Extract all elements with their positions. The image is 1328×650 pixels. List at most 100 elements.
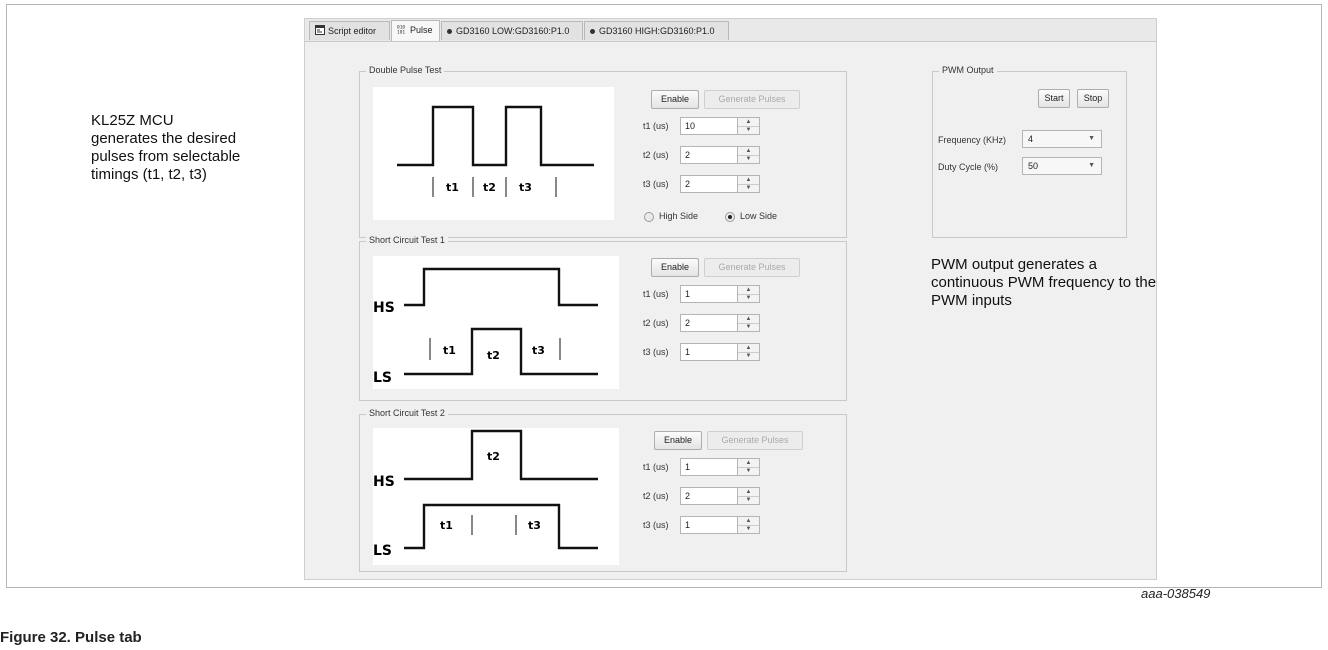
t1-spinner[interactable]: 1 ▲ ▼ [680,458,760,476]
t3-label: t3 [532,344,545,357]
figure-id: aaa-038549 [1141,586,1211,601]
t1-label: t1 [446,181,459,194]
spinner-arrows: ▲ ▼ [738,487,760,505]
t1-input[interactable]: 1 [680,285,738,303]
t3-input[interactable]: 1 [680,343,738,361]
right-annotation: PWM output generates a continuous PWM fr… [931,256,1156,310]
group-title: PWM Output [939,65,997,75]
low-side-radio[interactable]: Low Side [725,210,777,222]
radio-circle [644,211,654,222]
right-annotation-line: PWM inputs [931,292,1012,309]
enable-button[interactable]: Enable [651,90,699,109]
spinner-arrows: ▲ ▼ [738,146,760,164]
t2-spinner[interactable]: 2 ▲ ▼ [680,487,760,505]
spin-down-icon[interactable]: ▼ [738,352,759,360]
tab-script-editor[interactable]: Script editor [309,21,390,40]
t1-input[interactable]: 10 [680,117,738,135]
left-annotation-line: generates the desired [91,130,237,147]
spinner-arrows: ▲ ▼ [738,117,760,135]
t2-input[interactable]: 2 [680,146,738,164]
chevron-down-icon: ▼ [1088,135,1095,142]
t1-input[interactable]: 1 [680,458,738,476]
t1-label: t1 (us) [643,462,669,472]
figure-caption: Figure 32. Pulse tab [0,629,142,646]
pwm-output-group: PWM Output Start Stop Frequency (KHz) 4 … [932,65,1127,238]
generate-pulses-button[interactable]: Generate Pulses [707,431,803,450]
t3-label: t3 (us) [643,520,669,530]
tab-gd3160-high[interactable]: GD3160 HIGH:GD3160:P1.0 [584,21,729,40]
duty-cycle-value: 50 [1028,161,1039,171]
short-circuit-test-1-group: Short Circuit Test 1 HS LS t1 t2 t3 Enab… [359,235,847,401]
double-pulse-waveform [397,105,594,167]
group-title: Double Pulse Test [366,65,445,75]
t1-spinner[interactable]: 1 ▲ ▼ [680,285,760,303]
t3-input[interactable]: 2 [680,175,738,193]
group-title: Short Circuit Test 1 [366,235,448,245]
duty-cycle-select[interactable]: 50 ▼ [1022,157,1102,175]
status-dot-icon [590,29,595,35]
frequency-label: Frequency (KHz) [938,135,1007,145]
hs-waveform [404,267,598,307]
tab-gd3160-low[interactable]: GD3160 LOW:GD3160:P1.0 [441,21,583,40]
t2-input[interactable]: 2 [680,314,738,332]
t3-spinner[interactable]: 1 ▲ ▼ [680,343,760,361]
t2-label: t2 [487,349,500,362]
t1-label: t1 (us) [643,289,669,299]
right-annotation-line: PWM output generates a [931,256,1097,273]
t2-input[interactable]: 2 [680,487,738,505]
spin-down-icon[interactable]: ▼ [738,496,759,504]
spinner-arrows: ▲ ▼ [738,516,760,534]
spin-down-icon[interactable]: ▼ [738,126,759,134]
spin-down-icon[interactable]: ▼ [738,184,759,192]
enable-button[interactable]: Enable [654,431,702,450]
spin-down-icon[interactable]: ▼ [738,323,759,331]
t3-input[interactable]: 1 [680,516,738,534]
frequency-value: 4 [1028,134,1034,144]
enable-button[interactable]: Enable [651,258,699,277]
generate-pulses-button[interactable]: Generate Pulses [704,90,800,109]
t1-label: t1 (us) [643,121,669,131]
t2-label: t2 (us) [643,318,669,328]
t2-label: t2 [483,181,496,194]
spin-down-icon[interactable]: ▼ [738,467,759,475]
t3-label: t3 (us) [643,179,669,189]
radio-circle-selected [725,211,735,222]
spin-down-icon[interactable]: ▼ [738,294,759,302]
tab-label: GD3160 HIGH:GD3160:P1.0 [599,26,715,36]
short-circuit-1-diagram: HS LS t1 t2 t3 [373,256,619,389]
tab-label: Script editor [328,26,377,36]
high-side-radio[interactable]: High Side [644,210,698,222]
t3-spinner[interactable]: 2 ▲ ▼ [680,175,760,193]
short-circuit-test-2-group: Short Circuit Test 2 HS LS t1 t2 t3 Enab… [359,408,847,572]
tab-label: Pulse [410,25,433,35]
t2-spinner[interactable]: 2 ▲ ▼ [680,314,760,332]
start-button[interactable]: Start [1038,89,1070,108]
double-pulse-diagram: t1 t2 t3 [373,87,614,220]
status-dot-icon [447,29,452,35]
tab-bar: Script editor 010 101 Pulse GD3160 LOW:GD… [305,19,1156,42]
left-annotation: KL25Z MCU generates the desired pulses f… [91,112,240,184]
t2-spinner[interactable]: 2 ▲ ▼ [680,146,760,164]
t3-label: t3 [519,181,532,194]
t2-label: t2 (us) [643,491,669,501]
stop-button[interactable]: Stop [1077,89,1109,108]
hs-label: HS [373,300,395,316]
t3-spinner[interactable]: 1 ▲ ▼ [680,516,760,534]
t1-spinner[interactable]: 10 ▲ ▼ [680,117,760,135]
generate-pulses-button[interactable]: Generate Pulses [704,258,800,277]
tab-label: GD3160 LOW:GD3160:P1.0 [456,26,570,36]
short-circuit-2-diagram: HS LS t1 t2 t3 [373,428,619,565]
pulse-icon: 010 101 [397,22,407,40]
t3-label: t3 [528,519,541,532]
t3-label: t3 (us) [643,347,669,357]
spinner-arrows: ▲ ▼ [738,285,760,303]
svg-text:101: 101 [397,29,405,34]
tab-pulse[interactable]: 010 101 Pulse [391,20,440,41]
spin-down-icon[interactable]: ▼ [738,155,759,163]
frequency-select[interactable]: 4 ▼ [1022,130,1102,148]
left-annotation-line: timings (t1, t2, t3) [91,166,207,183]
spinner-arrows: ▲ ▼ [738,458,760,476]
left-annotation-line: KL25Z MCU [91,112,174,129]
spin-down-icon[interactable]: ▼ [738,525,759,533]
t2-label: t2 [487,450,500,463]
